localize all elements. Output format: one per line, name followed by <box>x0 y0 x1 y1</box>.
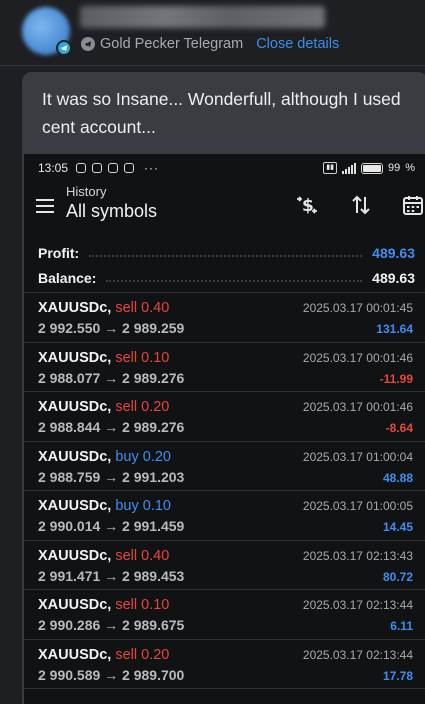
trade-side: sell 0.40 <box>115 547 170 564</box>
trade-profit: 6.11 <box>390 619 413 633</box>
profit-value: 489.63 <box>372 244 415 261</box>
trade-history-screenshot[interactable]: 13:05 ··· ▮▮ 99% History All symbols $ P… <box>24 154 425 704</box>
trade-row[interactable]: XAUUSDc, sell 0.20 2 990.589 → 2 989.700… <box>24 640 425 689</box>
trade-row[interactable]: XAUUSDc, buy 0.20 2 988.759 → 2 991.203 … <box>24 442 425 491</box>
trade-profit: -11.99 <box>379 371 413 386</box>
trade-row[interactable]: XAUUSDc, sell 0.40 2 992.550 → 2 989.259… <box>24 293 425 343</box>
trade-row[interactable]: XAUUSDc, sell 0.10 2 988.077 → 2 989.276… <box>24 343 425 392</box>
status-more-dots: ··· <box>144 161 160 175</box>
trade-symbol: XAUUSDc, <box>38 399 112 415</box>
status-time: 13:05 <box>38 161 69 175</box>
trade-row[interactable]: XAUUSDc, sell 0.20 2 988.844 → 2 989.276… <box>24 392 425 442</box>
app-bar: History All symbols $ <box>24 182 425 230</box>
network-icon: ▮▮ <box>323 162 337 174</box>
trade-profit: 80.72 <box>382 569 413 584</box>
trade-prices: 2 990.286 → 2 989.675 <box>38 617 185 633</box>
battery-percent: 99 <box>387 162 401 174</box>
trade-date: 2025.03.17 02:13:44 <box>302 598 413 612</box>
trade-list: XAUUSDc, sell 0.40 2 992.550 → 2 989.259… <box>24 292 425 689</box>
trade-prices: 2 988.077 → 2 989.276 <box>38 369 185 386</box>
account-summary: Profit: 489.63 Balance: 489.63 <box>24 230 425 290</box>
trade-date: 2025.03.17 01:00:04 <box>302 449 413 464</box>
balance-value: 489.63 <box>372 269 415 286</box>
reviewer-name-blurred <box>80 6 325 28</box>
trade-side: sell 0.40 <box>115 300 170 316</box>
menu-icon[interactable] <box>36 199 54 213</box>
trade-profit: 131.64 <box>376 322 413 336</box>
review-bubble: It was so Insane... Wonderfull, although… <box>22 72 425 704</box>
balance-row: Balance: 489.63 <box>24 265 425 290</box>
trade-side: sell 0.10 <box>115 349 170 366</box>
trade-date: 2025.03.17 00:01:46 <box>302 400 413 414</box>
sort-icon[interactable] <box>348 192 374 218</box>
calendar-icon[interactable] <box>400 192 425 218</box>
profit-label: Profit: <box>38 244 80 261</box>
trade-date: 2025.03.17 01:00:05 <box>302 499 413 513</box>
app-title[interactable]: All symbols <box>66 201 157 222</box>
trade-side: sell 0.10 <box>115 597 170 613</box>
notification-icon <box>76 163 87 173</box>
trade-symbol: XAUUSDc, <box>38 547 112 564</box>
status-system-icons: ▮▮ 99% <box>323 162 415 174</box>
trade-prices: 2 990.589 → 2 989.700 <box>38 666 185 683</box>
trade-row[interactable]: XAUUSDc, buy 0.10 2 990.014 → 2 991.459 … <box>24 491 425 541</box>
trade-prices: 2 992.550 → 2 989.259 <box>38 320 185 336</box>
trade-date: 2025.03.17 02:13:44 <box>302 647 413 662</box>
status-notification-icons <box>76 163 135 173</box>
trade-date: 2025.03.17 02:13:43 <box>302 548 413 563</box>
review-text: It was so Insane... Wonderfull, although… <box>42 89 401 137</box>
currency-swap-icon[interactable]: $ <box>294 192 320 218</box>
signal-icon <box>341 162 356 174</box>
trade-symbol: XAUUSDc, <box>38 300 112 316</box>
trade-symbol: XAUUSDc, <box>38 597 112 613</box>
trade-prices: 2 988.759 → 2 991.203 <box>38 468 185 485</box>
review-header: Gold Pecker Telegram Close details <box>0 0 425 66</box>
notification-icon <box>108 163 119 173</box>
trade-symbol: XAUUSDc, <box>38 646 112 663</box>
app-subtitle: History <box>66 184 107 199</box>
trade-date: 2025.03.17 00:01:45 <box>302 301 413 315</box>
review-source: Gold Pecker Telegram <box>100 36 244 52</box>
trade-profit: -8.64 <box>385 421 413 435</box>
trade-profit: 17.78 <box>382 668 413 683</box>
profit-row: Profit: 489.63 <box>24 240 425 265</box>
trade-profit: 14.45 <box>382 520 413 534</box>
trade-symbol: XAUUSDc, <box>38 448 112 465</box>
trade-side: sell 0.20 <box>115 646 170 663</box>
notification-icon <box>92 163 103 173</box>
trade-profit: 48.88 <box>382 470 413 485</box>
svg-text:$: $ <box>302 196 314 216</box>
trade-prices: 2 988.844 → 2 989.276 <box>38 419 185 435</box>
battery-icon <box>360 162 383 174</box>
close-details-link[interactable]: Close details <box>256 36 339 52</box>
trade-prices: 2 991.471 → 2 989.453 <box>38 567 185 584</box>
trade-date: 2025.03.17 00:01:46 <box>302 350 413 365</box>
trade-prices: 2 990.014 → 2 991.459 <box>38 518 185 534</box>
trade-side: buy 0.20 <box>115 448 171 465</box>
trade-symbol: XAUUSDc, <box>38 349 112 366</box>
telegram-source-icon <box>81 37 95 51</box>
telegram-icon <box>56 40 72 56</box>
trade-symbol: XAUUSDc, <box>38 498 112 514</box>
trade-side: sell 0.20 <box>115 399 170 415</box>
trade-row[interactable]: XAUUSDc, sell 0.10 2 990.286 → 2 989.675… <box>24 590 425 640</box>
balance-label: Balance: <box>38 269 97 286</box>
review-source-row: Gold Pecker Telegram Close details <box>81 36 339 52</box>
trade-row[interactable]: XAUUSDc, sell 0.40 2 991.471 → 2 989.453… <box>24 541 425 590</box>
notification-icon <box>124 163 135 173</box>
trade-side: buy 0.10 <box>115 498 171 514</box>
phone-status-bar: 13:05 ··· ▮▮ 99% <box>24 154 425 182</box>
